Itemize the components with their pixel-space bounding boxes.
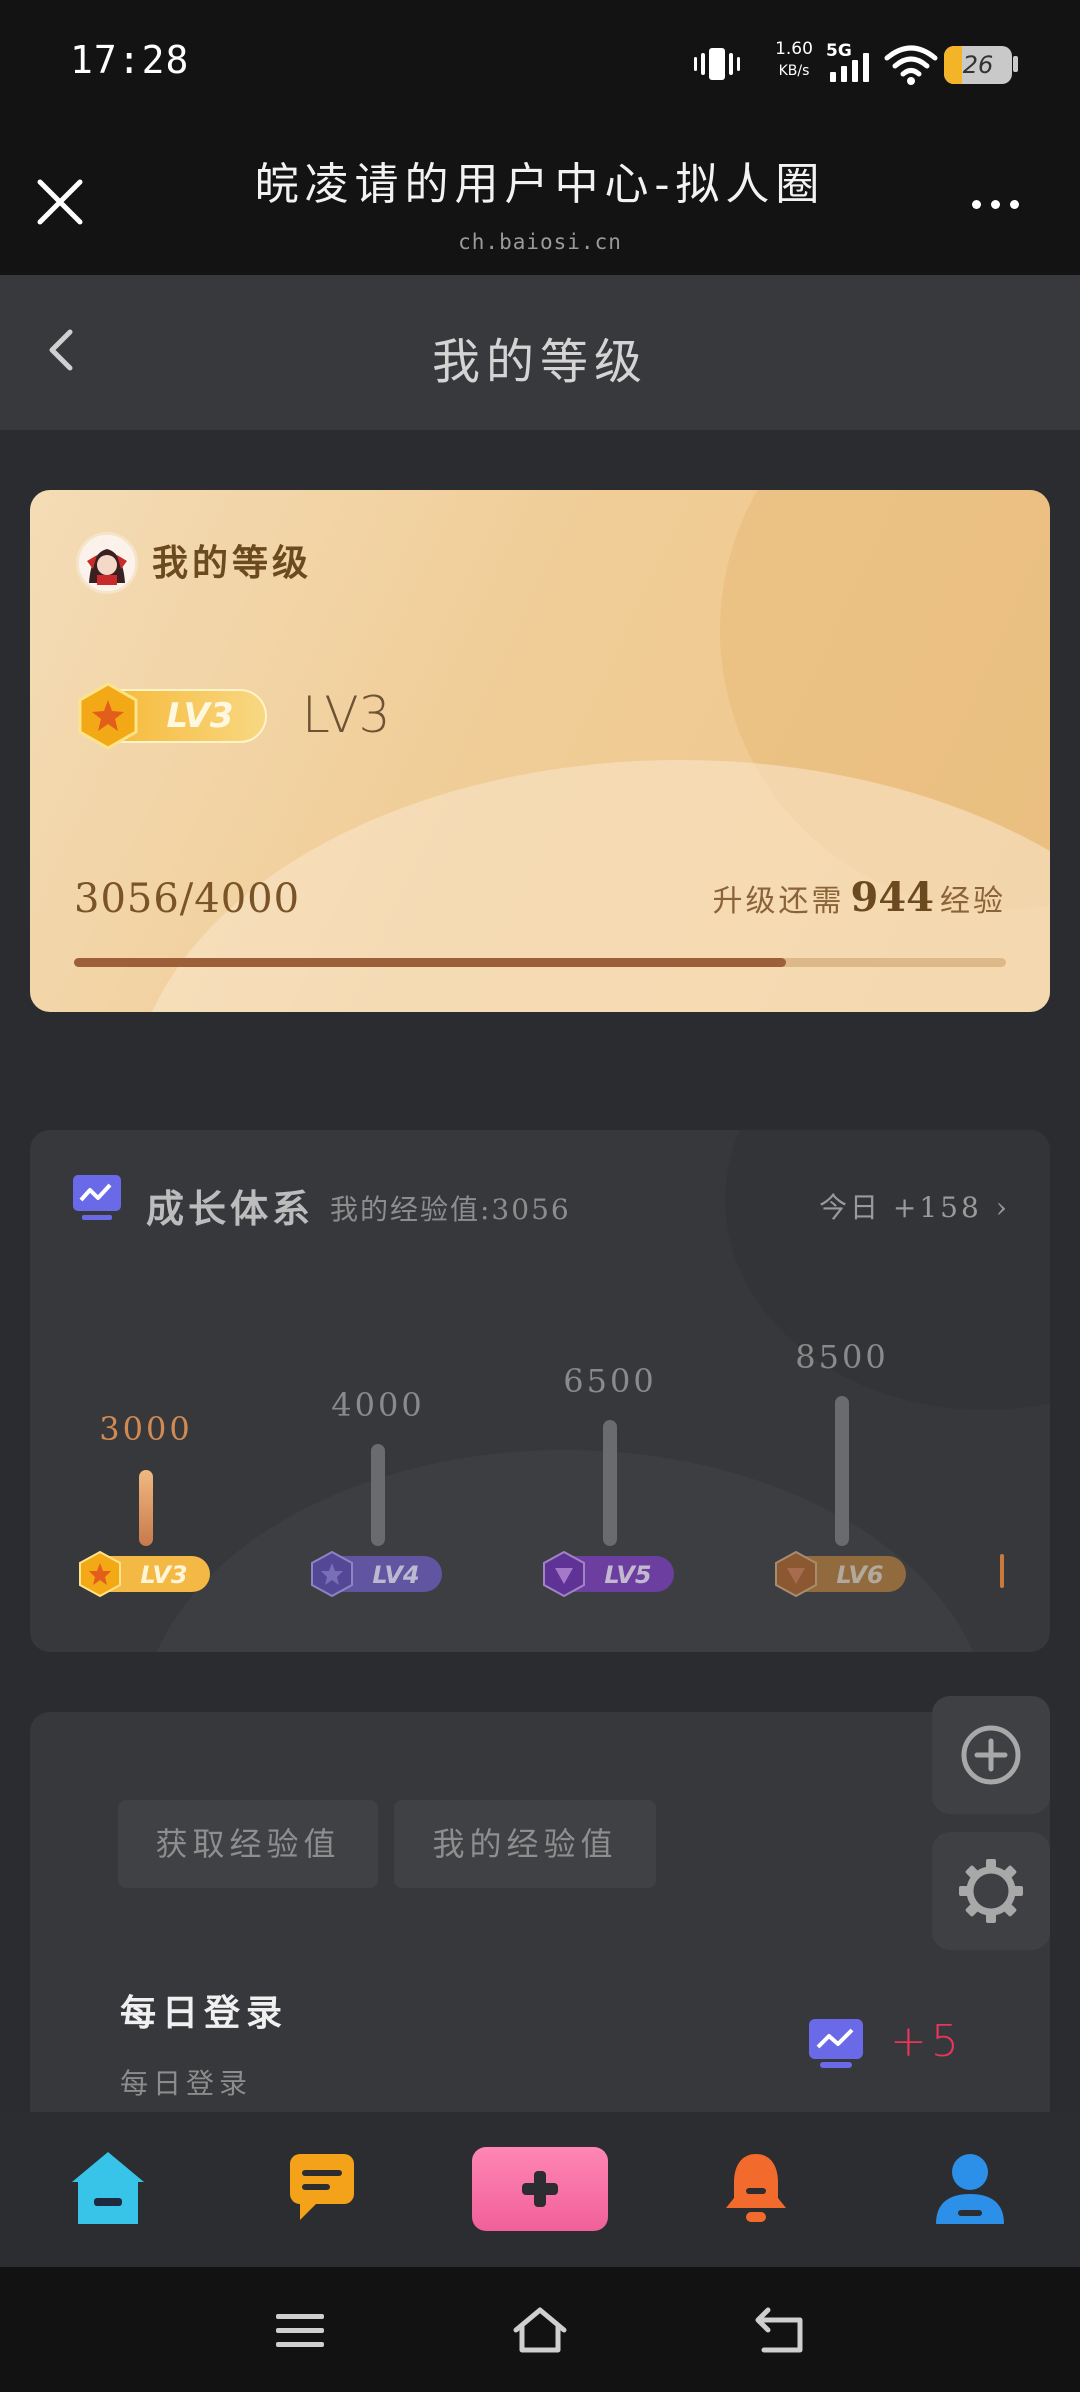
level-badge-lv3: LV3 [76, 1550, 212, 1598]
system-home-button[interactable] [510, 2300, 570, 2360]
tab-profile[interactable] [920, 2140, 1020, 2236]
tab-messages[interactable] [272, 2140, 372, 2236]
today-exp-link[interactable]: 今日 +158 › [819, 1186, 1010, 1226]
task-title: 每日登录 [120, 1992, 289, 2034]
system-menu-button[interactable] [270, 2300, 330, 2360]
avatar[interactable] [76, 532, 138, 594]
menu-icon [276, 2314, 324, 2347]
signal-icon: 5G [826, 40, 886, 88]
next-level-edge [1000, 1554, 1004, 1588]
level-badge-lv4: LV4 [308, 1550, 444, 1598]
tab-notifications[interactable] [706, 2140, 806, 2236]
home-icon [72, 2152, 144, 2224]
settings-gear-icon [959, 1859, 1023, 1923]
level-threshold: 6500 [563, 1362, 657, 1400]
tab-home[interactable] [58, 2140, 158, 2236]
add-circle-icon [961, 1725, 1021, 1785]
home-outline-icon [513, 2307, 567, 2353]
add-float-button[interactable] [932, 1696, 1050, 1814]
net-speed: 1.60 KB/s [775, 39, 813, 79]
tab-add-button[interactable] [472, 2147, 608, 2231]
task-desc: 每日登录 [120, 2067, 253, 2100]
level-text: LV3 [302, 686, 391, 744]
svg-text:LV4: LV4 [372, 1561, 419, 1589]
level-bar [371, 1444, 385, 1546]
message-icon [290, 2154, 354, 2220]
notification-bell-icon [726, 2154, 786, 2222]
svg-text:LV6: LV6 [836, 1561, 883, 1589]
battery-icon: 26 [944, 46, 1012, 84]
back-icon [755, 2307, 803, 2353]
growth-system-card: 成长体系 我的经验值:3056 今日 +158 › 3000 LV3 4000 L… [30, 1130, 1050, 1652]
status-clock: 17:28 [70, 38, 190, 82]
page-heading: 皖凌请的用户中心-拟人圈 [254, 159, 826, 210]
nav-title: 我的等级 [431, 334, 648, 390]
level-threshold: 4000 [331, 1386, 425, 1424]
level-threshold: 3000 [99, 1410, 193, 1448]
level-badge-lv5: LV5 [540, 1550, 676, 1598]
chevron-right-icon: › [995, 1191, 1010, 1224]
battery-level: 26 [962, 51, 994, 79]
svg-text:LV3: LV3 [140, 1561, 187, 1589]
network-type: 5G [826, 41, 852, 61]
my-exp-value: 我的经验值:3056 [330, 1193, 571, 1226]
level-bar [139, 1470, 153, 1546]
task-reward: +5 [890, 2016, 963, 2067]
level-bar [603, 1420, 617, 1546]
level-badge-lv6: LV6 [772, 1550, 908, 1598]
tab-get-exp[interactable]: 获取经验值 [118, 1800, 378, 1888]
more-button[interactable] [966, 188, 1026, 218]
growth-title: 成长体系 [146, 1186, 315, 1231]
battery-tip [1013, 56, 1018, 72]
level-badge-label: LV3 [167, 696, 234, 736]
settings-float-button[interactable] [932, 1832, 1050, 1950]
vibrate-icon [692, 44, 742, 84]
system-back-button[interactable] [750, 2300, 810, 2360]
add-icon [522, 2171, 558, 2207]
user-profile-icon [936, 2154, 1004, 2224]
wifi-icon [884, 44, 938, 86]
exp-needed-text: 升级还需 944 经验 [712, 874, 1006, 921]
exp-progress-text: 3056/4000 [74, 876, 301, 922]
tab-my-exp[interactable]: 我的经验值 [394, 1800, 656, 1888]
level-badge: LV3 [74, 682, 270, 750]
svg-text:LV5: LV5 [604, 1561, 651, 1589]
level-threshold: 8500 [795, 1338, 889, 1376]
page-domain: ch.baiosi.cn [458, 230, 622, 254]
growth-chart-icon [808, 2018, 864, 2070]
level-bar [835, 1396, 849, 1546]
level-card-title: 我的等级 [152, 542, 313, 584]
level-card: 我的等级 LV3 LV3 3056/4000 升级还需 944 经验 [30, 490, 1050, 1012]
growth-chart-icon [72, 1174, 122, 1222]
exp-progress-bar [74, 958, 787, 967]
